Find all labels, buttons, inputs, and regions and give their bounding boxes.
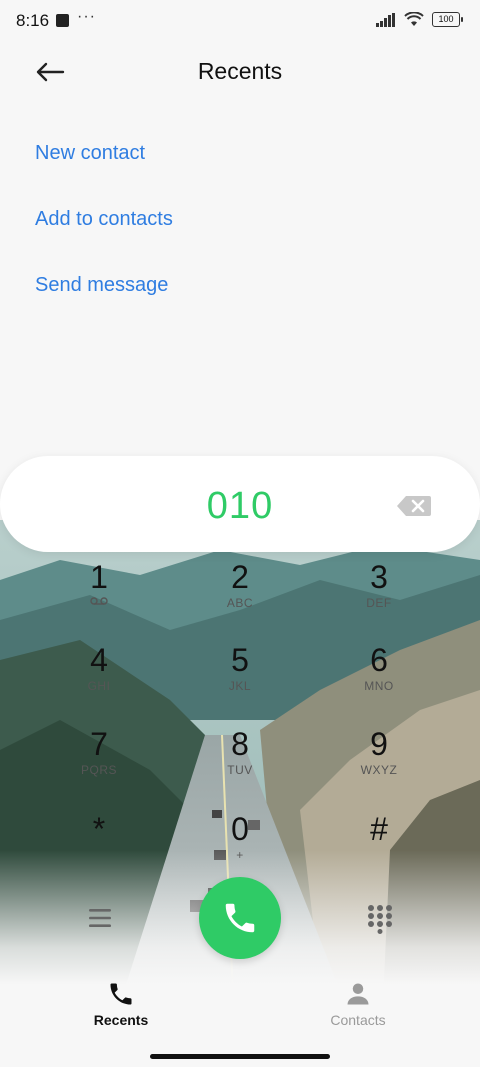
key-2[interactable]: 2 ABC: [180, 560, 300, 630]
key-6[interactable]: 6 MNO: [319, 643, 439, 713]
key-5[interactable]: 5 JKL: [180, 643, 300, 713]
key-digit: 4: [90, 642, 108, 678]
key-digit: *: [92, 811, 106, 847]
status-indicators: 100: [376, 12, 463, 27]
person-icon: [347, 983, 369, 1005]
key-letters: MNO: [364, 679, 394, 693]
key-digit: 5: [231, 642, 249, 678]
key-digit: 3: [370, 559, 388, 595]
call-button[interactable]: [199, 877, 281, 959]
key-digit: #: [370, 811, 388, 847]
key-digit: 7: [90, 726, 108, 762]
notification-icon: [56, 14, 69, 27]
tab-contacts-label: Contacts: [330, 1012, 386, 1028]
key-9[interactable]: 9 WXYZ: [319, 727, 439, 797]
tab-contacts[interactable]: Contacts: [298, 980, 418, 1028]
key-letters: PQRS: [80, 763, 117, 777]
key-letters: ABC: [226, 596, 254, 610]
key-digit: 9: [370, 726, 388, 762]
key-letters: DEF: [366, 596, 392, 610]
backspace-icon: [397, 496, 431, 516]
key-7[interactable]: 7 PQRS: [39, 727, 159, 797]
new-contact-link[interactable]: New contact: [35, 142, 145, 165]
key-digit: 8: [231, 726, 249, 762]
tab-recents[interactable]: Recents: [61, 980, 181, 1028]
key-1[interactable]: 1: [39, 560, 159, 630]
home-indicator[interactable]: [150, 1054, 330, 1059]
key-8[interactable]: 8 TUV: [180, 727, 300, 797]
key-digit: 2: [231, 559, 249, 595]
signal-icon: [376, 12, 395, 27]
menu-icon: [89, 909, 111, 927]
key-letters: JKL: [228, 679, 252, 693]
key-3[interactable]: 3 DEF: [319, 560, 439, 630]
key-letters: GHI: [87, 679, 111, 693]
add-to-contacts-link[interactable]: Add to contacts: [35, 208, 173, 231]
send-message-link[interactable]: Send message: [35, 274, 168, 297]
key-digit: 1: [90, 559, 108, 595]
backspace-button[interactable]: [396, 494, 432, 518]
top-bar: Recents: [0, 44, 480, 100]
tab-recents-label: Recents: [93, 1012, 149, 1028]
status-time: 8:16: [16, 11, 50, 30]
dialpad-icon: [368, 905, 392, 934]
page-title: Recents: [197, 58, 283, 84]
key-digit: 6: [370, 642, 388, 678]
key-4[interactable]: 4 GHI: [39, 643, 159, 713]
key-letters: TUV: [227, 763, 253, 777]
voicemail-icon: [90, 597, 108, 605]
hide-keypad-button[interactable]: [366, 904, 394, 934]
number-display: 010: [0, 456, 480, 552]
wifi-icon: [404, 12, 424, 26]
menu-button[interactable]: [86, 904, 114, 932]
battery-icon: 100: [432, 12, 463, 27]
phone-icon: [110, 983, 132, 1005]
more-notifications-icon: ···: [77, 8, 96, 25]
key-letters: WXYZ: [360, 763, 398, 777]
phone-icon: [225, 903, 255, 933]
key-digit: 0: [231, 811, 249, 847]
status-bar: 8:16 ··· 100: [0, 0, 480, 44]
